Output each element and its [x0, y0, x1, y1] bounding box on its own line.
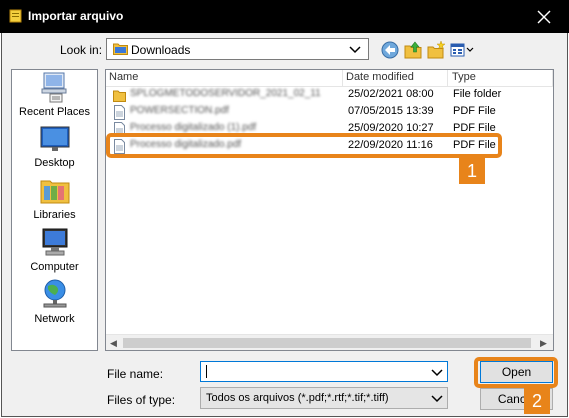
- title-bar: Importar arquivo: [0, 0, 569, 33]
- file-type-label: Files of type:: [107, 393, 176, 407]
- file-name: SPLOGMETODOSERVIDOR_2021_02_11: [130, 88, 321, 99]
- chevron-down-icon: [349, 46, 361, 54]
- up-folder-icon[interactable]: [403, 40, 423, 60]
- new-folder-icon[interactable]: [426, 40, 446, 60]
- file-type-dropdown[interactable]: Todos os arquivos (*.pdf;*.rtf;*.tif;*.t…: [200, 387, 448, 409]
- desktop-icon: [40, 126, 69, 151]
- step-badge-2: 2: [524, 388, 550, 414]
- column-date-modified[interactable]: Date modified: [346, 71, 414, 83]
- chevron-down-icon: [431, 395, 443, 403]
- scrollbar-thumb[interactable]: [123, 338, 531, 348]
- close-icon[interactable]: [532, 6, 556, 28]
- file-type: PDF File: [453, 105, 496, 117]
- file-name: Processo digitalizado (1).pdf: [130, 122, 257, 133]
- place-label: Recent Places: [19, 106, 90, 118]
- file-row[interactable]: SPLOGMETODOSERVIDOR_2021_02_11 25/02/202…: [106, 87, 553, 104]
- place-label: Libraries: [33, 209, 76, 221]
- look-in-dropdown[interactable]: Downloads: [106, 38, 369, 60]
- libraries-icon: [40, 180, 69, 204]
- file-name-label: File name:: [107, 367, 164, 381]
- highlight-selected-file: [106, 133, 502, 158]
- folder-icon: [113, 43, 128, 55]
- place-libraries[interactable]: Libraries: [12, 173, 97, 221]
- file-list[interactable]: Name Date modified Type SPLOGMETODOSERVI…: [105, 69, 554, 351]
- place-label: Desktop: [34, 157, 75, 169]
- place-desktop[interactable]: Desktop: [12, 121, 97, 169]
- app-icon: [9, 9, 22, 23]
- chevron-down-icon[interactable]: [430, 365, 444, 379]
- place-label: Network: [34, 313, 75, 325]
- horizontal-scrollbar[interactable]: ◀ ▶: [106, 334, 553, 350]
- scroll-right-icon[interactable]: ▶: [540, 338, 547, 349]
- scroll-left-icon[interactable]: ◀: [110, 338, 117, 349]
- window-title: Importar arquivo: [28, 9, 124, 23]
- file-type-value: Todos os arquivos (*.pdf;*.rtf;*.tif;*.t…: [206, 392, 389, 404]
- place-recent-places[interactable]: Recent Places: [12, 70, 97, 118]
- column-header: Name Date modified Type: [106, 70, 553, 87]
- file-date: 25/02/2021 08:00: [348, 88, 434, 100]
- file-row[interactable]: POWERSECTION.pdf 07/05/2015 13:39 PDF Fi…: [106, 104, 553, 121]
- network-icon: [43, 279, 66, 308]
- places-bar: Recent Places Desktop Libraries Computer: [11, 69, 98, 351]
- folder-icon: [113, 90, 126, 102]
- file-name: POWERSECTION.pdf: [130, 105, 229, 116]
- file-name-input[interactable]: [200, 361, 448, 382]
- column-type[interactable]: Type: [452, 71, 476, 83]
- highlight-open-button: [474, 357, 558, 388]
- recent-places-icon: [41, 72, 66, 103]
- column-name[interactable]: Name: [109, 71, 138, 83]
- computer-icon: [42, 228, 67, 256]
- text-caret: [206, 365, 207, 378]
- look-in-value: Downloads: [131, 43, 191, 57]
- place-label: Computer: [30, 261, 79, 273]
- file-date: 07/05/2015 13:39: [348, 105, 434, 117]
- file-type: File folder: [453, 88, 502, 100]
- place-network[interactable]: Network: [12, 277, 97, 325]
- pdf-file-icon: [114, 105, 125, 120]
- back-icon[interactable]: [380, 40, 400, 60]
- step-badge-1: 1: [459, 158, 485, 184]
- look-in-label: Look in:: [60, 43, 103, 57]
- view-menu-icon[interactable]: [449, 40, 475, 60]
- place-computer[interactable]: Computer: [12, 225, 97, 273]
